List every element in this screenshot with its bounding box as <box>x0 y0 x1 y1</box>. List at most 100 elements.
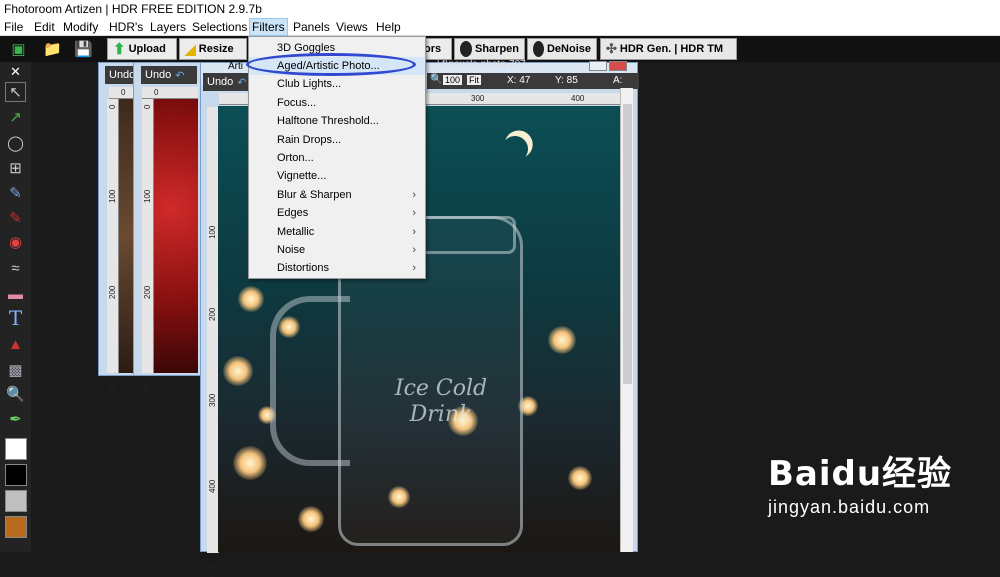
menu-item-label: Blur & Sharpen <box>277 189 352 201</box>
menu-item-label: Noise <box>277 244 306 256</box>
ruler-label: 200 <box>208 307 217 321</box>
ruler-label: 500 <box>208 563 217 577</box>
menu-item-club-lights[interactable]: Club Lights... <box>249 75 425 93</box>
fill-bucket-icon[interactable]: ▲ <box>5 334 26 354</box>
ruler-label: 0 <box>154 88 159 97</box>
menu-selections[interactable]: Selections <box>192 20 247 34</box>
menu-item-label: Distortions <box>277 262 329 274</box>
gray-color-swatch[interactable] <box>5 490 27 512</box>
add-pointer-tool-icon[interactable]: ↗ <box>5 107 26 127</box>
denoise-icon <box>533 41 544 57</box>
lasso-tool-icon[interactable]: ◯ <box>5 133 26 153</box>
ruler-label: 300 <box>471 94 485 103</box>
top-ruler-back-2: 0 <box>142 87 198 99</box>
menu-modify[interactable]: Modify <box>63 20 98 34</box>
submenu-arrow-icon: › <box>412 244 416 256</box>
save-icon[interactable]: 💾 <box>73 39 94 59</box>
text-tool-icon[interactable]: T <box>5 306 26 330</box>
upload-button[interactable]: ⬆ Upload <box>107 38 177 60</box>
resize-label: Resize <box>198 43 234 55</box>
crop-tool-icon[interactable]: ⊞ <box>5 158 26 178</box>
menu-item-label: Rain Drops... <box>277 134 342 146</box>
pointer-tool-icon[interactable]: ↖ <box>5 82 26 102</box>
ruler-label: 400 <box>208 479 217 493</box>
image-window-back-2[interactable]: Undo ↶ 0 0 100 200 300 <box>133 62 201 395</box>
undo-button-back-1[interactable]: Undo <box>105 66 135 84</box>
zoom-tool-icon[interactable]: 🔍 <box>5 384 26 404</box>
resize-icon: ◢ <box>185 40 196 57</box>
submenu-arrow-icon: › <box>412 207 416 219</box>
menu-filters[interactable]: Filters <box>249 18 288 36</box>
minimize-button[interactable] <box>589 61 607 71</box>
bokeh-light <box>223 356 253 386</box>
close-icon[interactable]: ✕ <box>5 62 26 82</box>
ruler-label: 0 <box>121 88 126 97</box>
undo-button-back-2[interactable]: Undo ↶ <box>141 66 197 84</box>
menu-panels[interactable]: Panels <box>293 20 330 34</box>
fit-button[interactable]: Fit <box>467 75 481 85</box>
menu-item-rain-drops[interactable]: Rain Drops... <box>249 131 425 149</box>
resize-button[interactable]: ◢ Resize <box>179 38 247 60</box>
menu-item-orton[interactable]: Orton... <box>249 149 425 167</box>
menu-item-focus[interactable]: Focus... <box>249 94 425 112</box>
submenu-arrow-icon: › <box>412 226 416 238</box>
new-file-icon[interactable]: ▣ <box>8 39 29 59</box>
scrollbar-thumb[interactable] <box>623 104 632 384</box>
menu-item-distortions[interactable]: Distortions › <box>249 259 425 277</box>
menu-layers[interactable]: Layers <box>150 20 186 34</box>
hdr-tm-button[interactable]: HDR TM <box>680 43 723 55</box>
title-bar: Fhotoroom Artizen | HDR FREE EDITION 2.9… <box>0 0 1000 18</box>
upload-arrow-icon: ⬆ <box>113 41 126 58</box>
hdr-group: ✣ HDR Gen. | HDR TM <box>600 38 737 60</box>
baidu-watermark: Baidu经验 jingyan.baidu.com <box>768 446 952 518</box>
foreground-color-swatch[interactable] <box>5 438 27 460</box>
menu-item-blur-sharpen[interactable]: Blur & Sharpen › <box>249 186 425 204</box>
ruler-label: 300 <box>108 381 117 395</box>
undo-arrow-icon: ↶ <box>237 76 247 89</box>
menu-item-label: Orton... <box>277 152 314 164</box>
menu-item-label: Halftone Threshold... <box>277 115 379 127</box>
bokeh-light <box>233 446 267 480</box>
watermark-url: jingyan.baidu.com <box>768 497 931 517</box>
sharpen-label: Sharpen <box>474 43 519 55</box>
red-brush-tool-icon[interactable]: ✎ <box>5 208 26 228</box>
menu-item-label: Vignette... <box>277 170 327 182</box>
vertical-scrollbar[interactable] <box>620 88 633 552</box>
smudge-tool-icon[interactable]: ≈ <box>5 258 26 278</box>
ruler-label: 100 <box>143 189 152 203</box>
undo-label: Undo <box>207 76 234 88</box>
image-window-back-1[interactable]: Undo 0 0 100 200 300 <box>98 62 138 395</box>
gradient-tool-icon[interactable]: ▩ <box>5 360 26 380</box>
close-window-button[interactable] <box>609 61 627 71</box>
bokeh-light <box>298 506 324 532</box>
denoise-button[interactable]: DeNoise <box>527 38 597 60</box>
image-thumbnail <box>119 99 133 373</box>
coord-x: X: 47 <box>507 75 531 86</box>
menu-item-vignette[interactable]: Vignette... <box>249 167 425 185</box>
redeye-tool-icon[interactable]: ◉ <box>5 232 26 252</box>
toolbar-separator: | <box>674 43 678 55</box>
menu-item-label: Focus... <box>277 97 317 109</box>
menu-item-edges[interactable]: Edges › <box>249 204 425 222</box>
sharpen-button[interactable]: Sharpen <box>454 38 525 60</box>
menu-item-metallic[interactable]: Metallic › <box>249 223 425 241</box>
menu-item-halftone-threshold[interactable]: Halftone Threshold... <box>249 112 425 130</box>
open-folder-icon[interactable]: 📁 <box>42 39 63 59</box>
eyedropper-tool-icon[interactable]: ✒ <box>5 409 26 429</box>
hdr-gen-button[interactable]: HDR Gen. <box>620 43 671 55</box>
ruler-label: 100 <box>208 225 217 239</box>
texture-swatch[interactable] <box>5 516 27 538</box>
eraser-tool-icon[interactable]: ▬ <box>5 284 26 304</box>
menu-file[interactable]: File <box>4 20 23 34</box>
zoom-icon[interactable]: 🔍 <box>430 74 442 85</box>
menu-hdrs[interactable]: HDR's <box>109 20 143 34</box>
brush-tool-icon[interactable]: ✎ <box>5 183 26 203</box>
zoom-value[interactable]: 100 <box>443 75 463 85</box>
menu-views[interactable]: Views <box>336 20 368 34</box>
menu-item-noise[interactable]: Noise › <box>249 241 425 259</box>
background-color-swatch[interactable] <box>5 464 27 486</box>
menu-edit[interactable]: Edit <box>34 20 55 34</box>
left-ruler-back-2: 0 100 200 300 <box>142 99 154 395</box>
menu-help[interactable]: Help <box>376 20 401 34</box>
image-info-bar: 🔍 100 Fit X: 47 Y: 85 A: <box>427 73 639 89</box>
